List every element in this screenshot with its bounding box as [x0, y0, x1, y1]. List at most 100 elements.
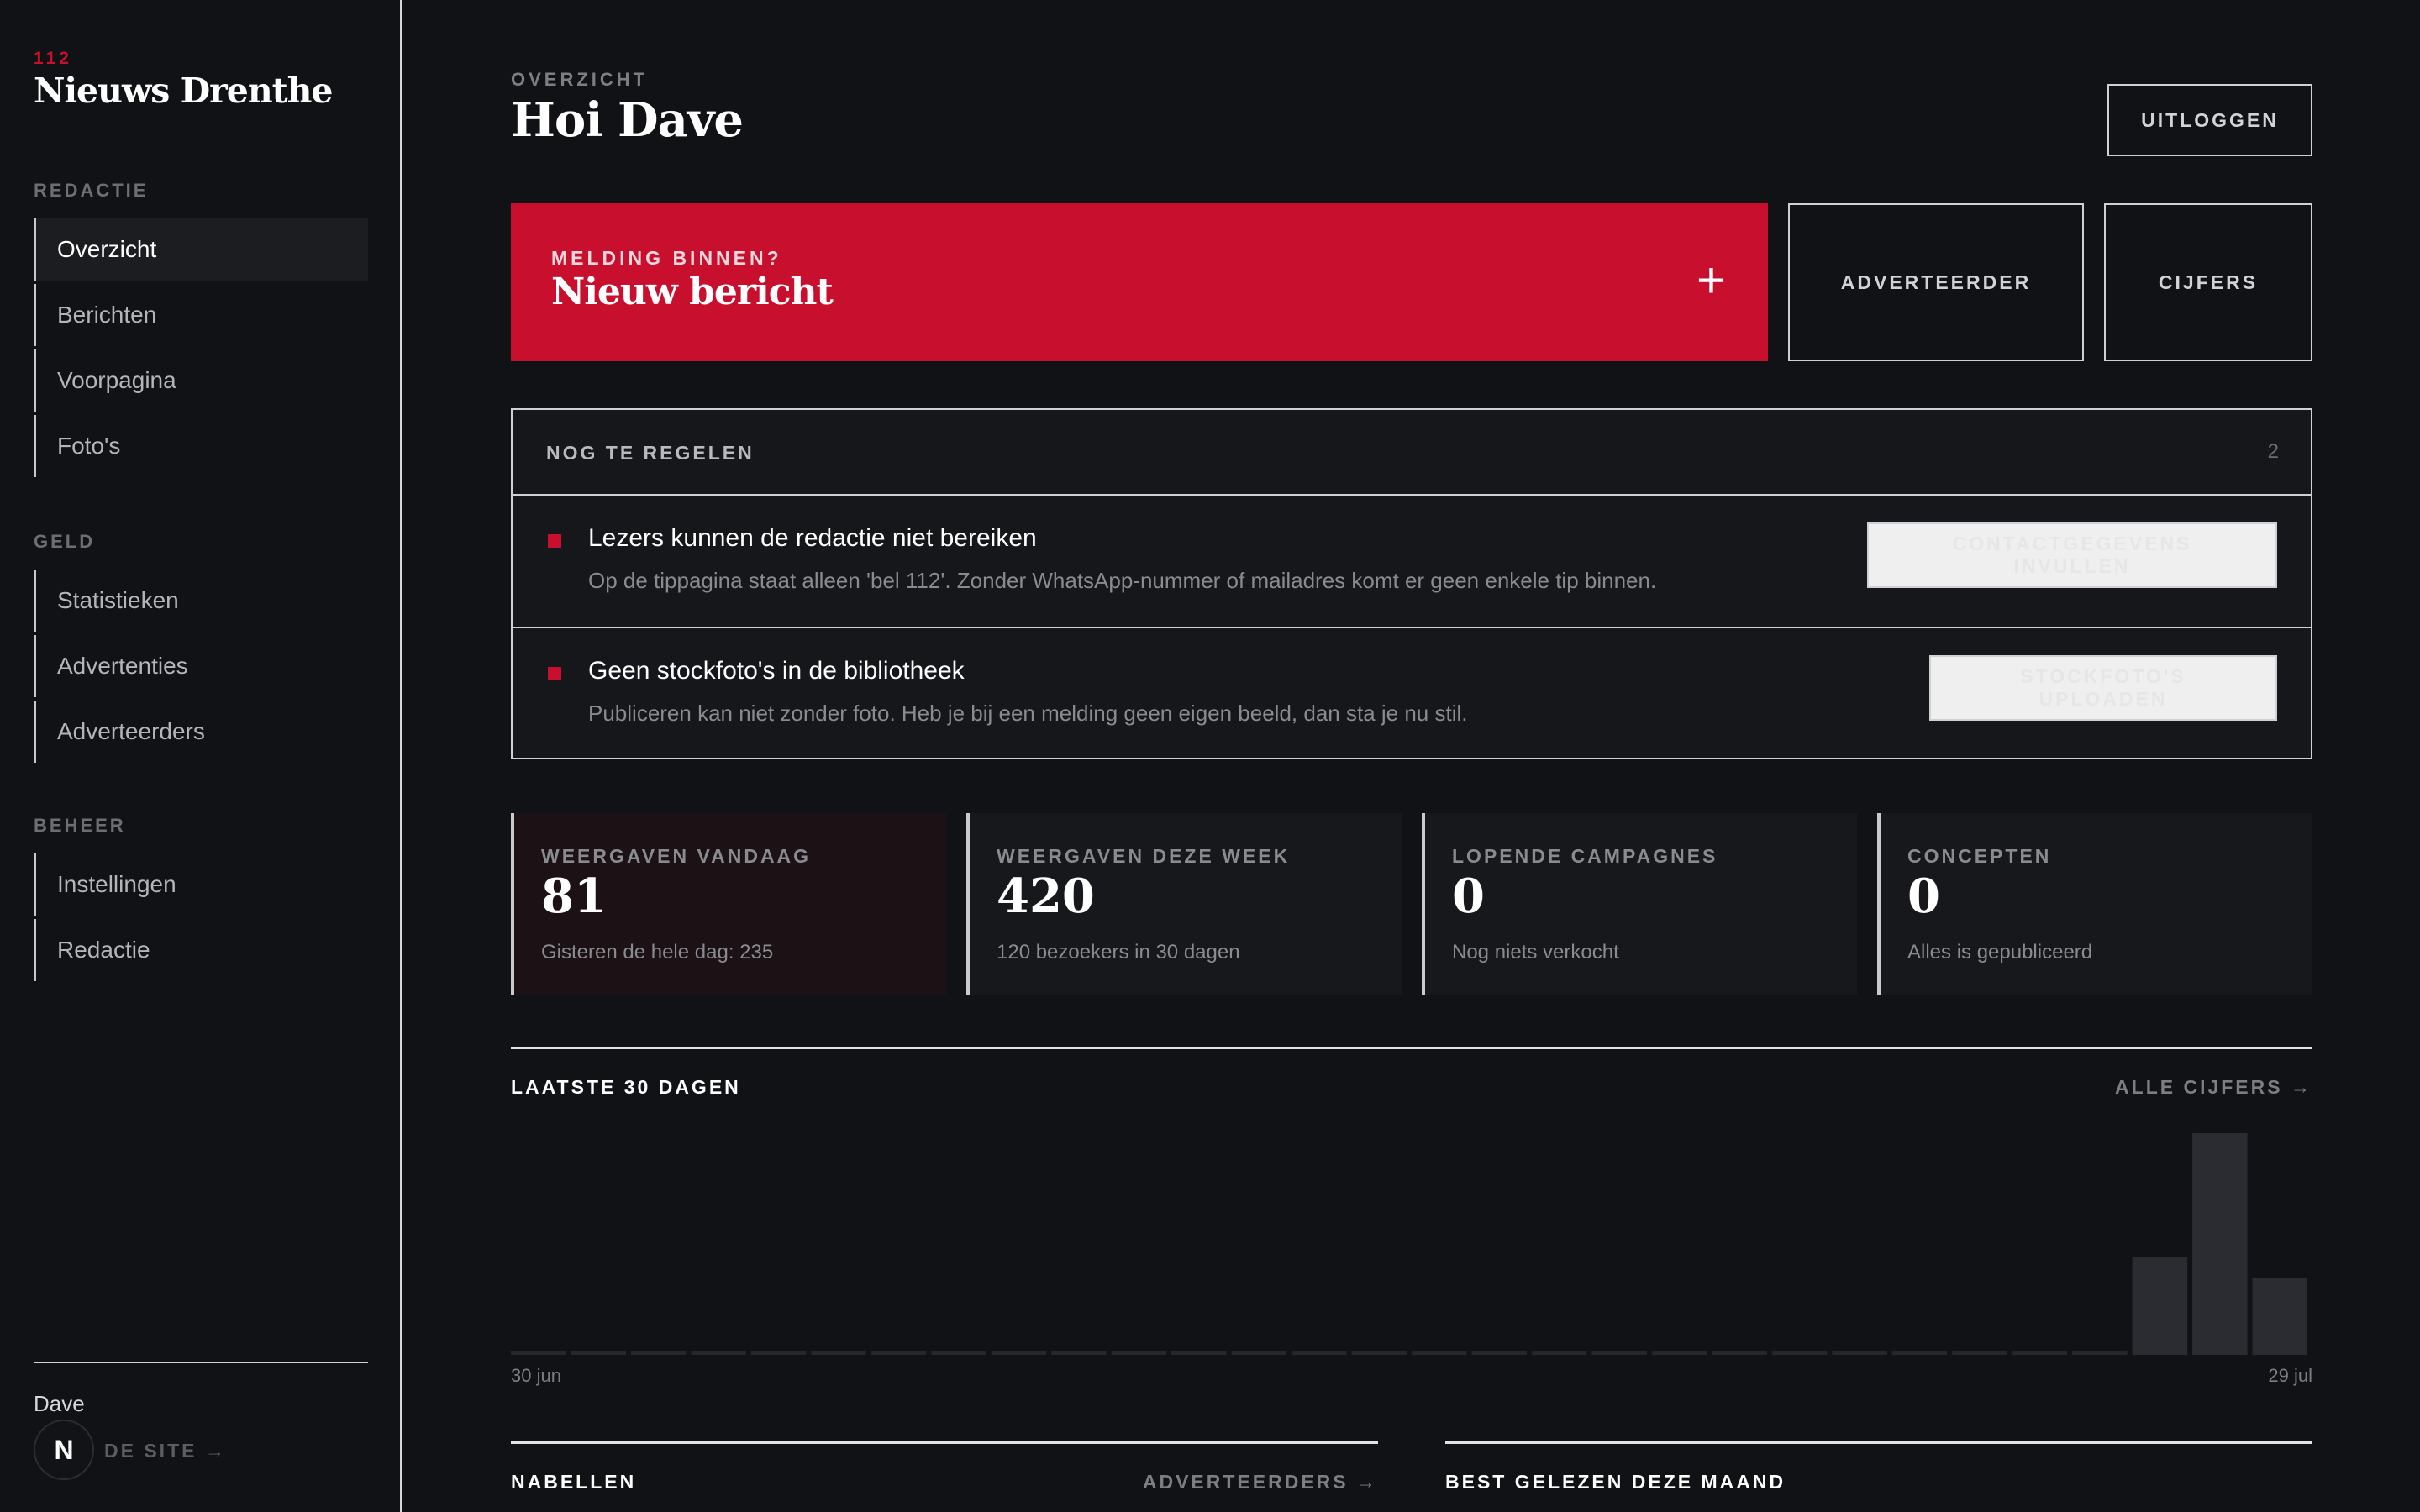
x-tick-end: 29 jul [2268, 1365, 2312, 1386]
x-tick-start: 30 jun [511, 1365, 561, 1386]
sidebar-item-adverteerders[interactable]: Adverteerders [34, 701, 368, 763]
chart-bar[interactable] [1531, 1351, 1587, 1355]
chart-bar[interactable] [2012, 1351, 2068, 1355]
sidebar-item-advertenties[interactable]: Advertenties [34, 635, 368, 697]
chart-bar[interactable] [1471, 1351, 1528, 1355]
stat-subtext: Alles is gepubliceerd [1907, 941, 2093, 963]
chart-bar[interactable] [511, 1351, 566, 1355]
chart-bar[interactable] [2252, 1278, 2308, 1355]
chart-bar[interactable] [1952, 1351, 2007, 1355]
todo-item-title: Lezers kunnen de redactie niet bereiken [588, 524, 1037, 552]
nav-section-redactie: REDACTIE Overzicht Berichten Voorpagina … [34, 180, 368, 480]
chart-bar[interactable] [1412, 1351, 1467, 1355]
stat-card-views-week: WEERGAVEN DEZE WEEK 420 120 bezoekers in… [966, 813, 1402, 995]
advertisers-link[interactable]: ADVERTEERDERS → [1143, 1471, 1378, 1494]
sidebar-item-voorpagina[interactable]: Voorpagina [34, 349, 368, 412]
sidebar-item-redactie[interactable]: Redactie [34, 919, 368, 981]
upload-stock-photos-button[interactable]: STOCKFOTO'S UPLOADEN [1929, 655, 2277, 721]
brand-name[interactable]: Nieuws Drenthe [34, 71, 333, 111]
logout-button[interactable]: UITLOGGEN [2107, 84, 2312, 156]
view-site-link[interactable]: DE SITE → [104, 1440, 227, 1462]
chart-bar[interactable] [2192, 1133, 2248, 1355]
sidebar-item-instellingen[interactable]: Instellingen [34, 853, 368, 916]
sidebar-divider [34, 1362, 368, 1363]
chart-bar[interactable] [1712, 1351, 1767, 1355]
chart-bar[interactable] [1051, 1351, 1107, 1355]
nav-section-beheer: BEHEER Instellingen Redactie [34, 815, 368, 984]
stat-label: WEERGAVEN DEZE WEEK [997, 845, 1291, 867]
page-title: Hoi Dave [511, 92, 744, 148]
sidebar-item-overzicht[interactable]: Overzicht [34, 218, 368, 281]
chart-bar[interactable] [1292, 1351, 1347, 1355]
chart-bar[interactable] [1231, 1351, 1287, 1355]
todo-item: Lezers kunnen de redactie niet bereiken … [513, 496, 2311, 627]
sidebar-user-name: Dave [34, 1391, 85, 1416]
stat-subtext: 120 bezoekers in 30 dagen [997, 941, 1240, 963]
stat-label: CONCEPTEN [1907, 845, 2052, 867]
figures-button[interactable]: CIJFERS [2104, 203, 2312, 361]
chart-bar[interactable] [691, 1351, 746, 1355]
chart-bar[interactable] [630, 1351, 687, 1355]
nav-heading: GELD [34, 531, 96, 552]
views-bar-chart [511, 1133, 2308, 1355]
chart-bar[interactable] [1651, 1351, 1707, 1355]
todo-title: NOG TE REGELEN [546, 442, 755, 464]
stat-label: WEERGAVEN VANDAAG [541, 845, 812, 867]
todo-panel: NOG TE REGELEN 2 Lezers kunnen de redact… [511, 408, 2312, 759]
most-read-section: BEST GELEZEN DEZE MAAND [1445, 1441, 2312, 1512]
sidebar-item-statistieken[interactable]: Statistieken [34, 570, 368, 632]
chart-bar[interactable] [1591, 1351, 1647, 1355]
bullet-icon [548, 667, 561, 680]
bullet-icon [548, 534, 561, 548]
chart-bar[interactable] [871, 1351, 927, 1355]
chart-bar[interactable] [811, 1351, 866, 1355]
nav-section-geld: GELD Statistieken Advertenties Adverteer… [34, 531, 368, 766]
todo-item: Geen stockfoto's in de bibliotheek Publi… [513, 627, 2311, 758]
chart-bar[interactable] [931, 1351, 986, 1355]
stat-subtext: Nog niets verkocht [1452, 941, 1619, 963]
new-message-kicker: MELDING BINNEN? [551, 247, 782, 269]
todo-item-title: Geen stockfoto's in de bibliotheek [588, 657, 965, 685]
chart-bar[interactable] [750, 1351, 807, 1355]
stat-card-campaigns: LOPENDE CAMPAGNES 0 Nog niets verkocht [1422, 813, 1857, 995]
new-message-button[interactable]: MELDING BINNEN? Nieuw bericht + [511, 203, 1768, 361]
sidebar: 112 Nieuws Drenthe REDACTIE Overzicht Be… [0, 0, 402, 1512]
chart-bar[interactable] [2072, 1351, 2128, 1355]
sidebar-item-berichten[interactable]: Berichten [34, 284, 368, 346]
all-figures-link[interactable]: ALLE CIJFERS → [2115, 1076, 2312, 1099]
stat-card-drafts: CONCEPTEN 0 Alles is gepubliceerd [1877, 813, 2312, 995]
chart-title: LAATSTE 30 DAGEN [511, 1076, 741, 1098]
stat-card-views-today: WEERGAVEN VANDAAG 81 Gisteren de hele da… [511, 813, 946, 995]
page-kicker: OVERZICHT [511, 69, 649, 90]
todo-header: NOG TE REGELEN 2 [513, 410, 2311, 496]
stat-value: 0 [1907, 869, 1940, 924]
chart-bar[interactable] [571, 1351, 627, 1355]
stat-subtext: Gisteren de hele dag: 235 [541, 941, 774, 963]
sidebar-item-fotos[interactable]: Foto's [34, 415, 368, 477]
todo-item-description: Op de tippagina staat alleen 'bel 112'. … [588, 568, 1657, 593]
nav-heading: REDACTIE [34, 180, 149, 201]
fill-contact-button[interactable]: CONTACTGEGEVENS INVULLEN [1867, 522, 2277, 588]
chart-bar[interactable] [1351, 1351, 1407, 1355]
stat-label: LOPENDE CAMPAGNES [1452, 845, 1718, 867]
avatar[interactable]: N [34, 1420, 94, 1480]
advertiser-button[interactable]: ADVERTEERDER [1788, 203, 2084, 361]
chart-bar[interactable] [1771, 1351, 1828, 1355]
callback-section: NABELLEN ADVERTEERDERS → [511, 1441, 1378, 1512]
stat-value: 81 [541, 869, 607, 924]
chart-bar[interactable] [1891, 1351, 1948, 1355]
stat-value: 0 [1452, 869, 1485, 924]
most-read-title: BEST GELEZEN DEZE MAAND [1445, 1471, 1786, 1493]
chart-bar[interactable] [991, 1351, 1047, 1355]
todo-count: 2 [2267, 440, 2279, 463]
chart-bar[interactable] [2132, 1257, 2188, 1355]
chart-bar[interactable] [1171, 1351, 1227, 1355]
new-message-title: Nieuw bericht [551, 270, 834, 313]
chart-bar[interactable] [1832, 1351, 1887, 1355]
nav-heading: BEHEER [34, 815, 126, 836]
plus-icon: + [1696, 252, 1726, 308]
todo-item-description: Publiceren kan niet zonder foto. Heb je … [588, 701, 1468, 726]
stat-value: 420 [997, 869, 1095, 924]
chart-bar[interactable] [1111, 1351, 1167, 1355]
brand-kicker: 112 [34, 49, 72, 68]
